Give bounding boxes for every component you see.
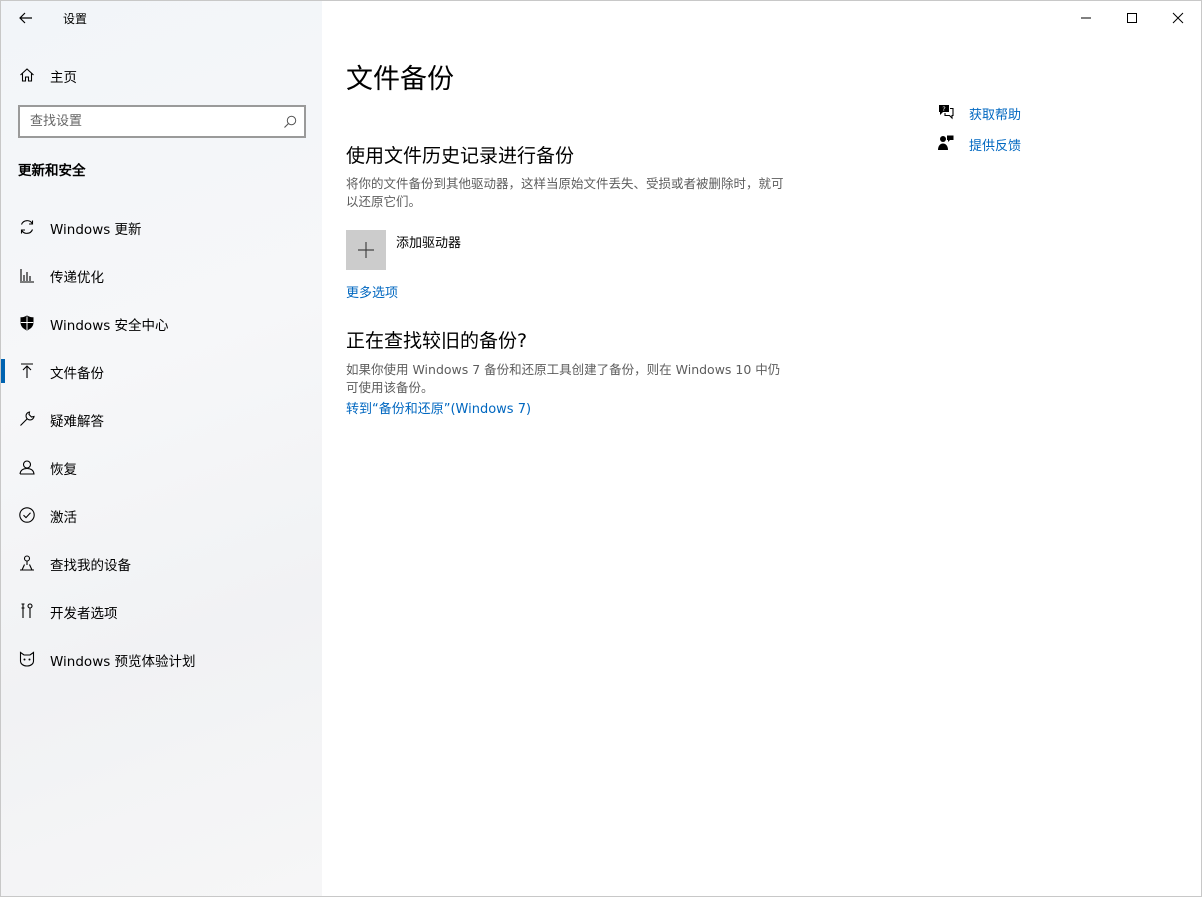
- wrench-icon: [18, 410, 36, 428]
- sidebar-item-label: 传递优化: [50, 270, 104, 286]
- feedback-link[interactable]: 提供反馈: [937, 133, 1077, 155]
- file-history-description: 将你的文件备份到其他驱动器，这样当原始文件丢失、受损或者被删除时，就可以还原它们…: [346, 176, 784, 209]
- sidebar-item-label: 文件备份: [50, 366, 104, 382]
- sidebar-item-developer-options[interactable]: 开发者选项: [1, 591, 322, 631]
- sidebar-item-find-my-device[interactable]: 查找我的设备: [1, 543, 322, 583]
- settings-window: 设置 主页 更新和安全: [0, 0, 1202, 897]
- find-device-icon: [18, 554, 36, 572]
- search-input[interactable]: [20, 107, 280, 136]
- older-backup-description: 如果你使用 Windows 7 备份和还原工具创建了备份，则在 Windows …: [346, 362, 781, 395]
- maximize-icon: [1127, 13, 1137, 23]
- svg-text:?: ?: [942, 105, 945, 113]
- developer-tools-icon: [18, 602, 36, 620]
- feedback-icon: [938, 135, 954, 150]
- minimize-button[interactable]: [1063, 1, 1109, 35]
- sidebar-item-label: 疑难解答: [50, 414, 104, 430]
- check-circle-icon: [18, 506, 36, 524]
- sidebar-item-file-backup[interactable]: 文件备份: [1, 351, 322, 391]
- sidebar-item-label: Windows 预览体验计划: [50, 654, 196, 670]
- sidebar-item-label: 恢复: [50, 462, 77, 478]
- section-heading: 更新和安全: [18, 163, 86, 179]
- home-icon: [18, 66, 36, 84]
- close-button[interactable]: [1155, 1, 1201, 35]
- app-title: 设置: [63, 12, 88, 26]
- get-help-label: 获取帮助: [969, 108, 1022, 123]
- sidebar-item-label: 激活: [50, 510, 77, 526]
- back-button[interactable]: [11, 5, 41, 31]
- backup-restore-link[interactable]: 转到“备份和还原”(Windows 7): [346, 398, 531, 417]
- add-drive-button[interactable]: 添加驱动器: [346, 230, 506, 270]
- more-options-link[interactable]: 更多选项: [346, 282, 398, 301]
- maximize-button[interactable]: [1109, 1, 1155, 35]
- backup-arrow-up-icon: [18, 362, 36, 380]
- title-bar: 设置: [1, 1, 322, 35]
- file-history-heading: 使用文件历史记录进行备份: [346, 145, 575, 167]
- feedback-label: 提供反馈: [969, 139, 1022, 154]
- sidebar-item-label: Windows 安全中心: [50, 318, 169, 334]
- get-help-icon: ?: [939, 105, 954, 120]
- add-drive-label: 添加驱动器: [396, 236, 462, 251]
- older-backup-heading: 正在查找较旧的备份?: [346, 330, 528, 352]
- sidebar-item-label: Windows 更新: [50, 222, 142, 238]
- page-title: 文件备份: [346, 64, 454, 95]
- shield-icon: [18, 314, 36, 332]
- insider-cat-icon: [18, 650, 36, 668]
- sidebar-item-delivery-optimization[interactable]: 传递优化: [1, 255, 322, 295]
- sidebar-item-windows-insider[interactable]: Windows 预览体验计划: [1, 639, 322, 679]
- back-arrow-icon: [19, 12, 32, 24]
- sidebar-item-home[interactable]: 主页: [1, 59, 322, 91]
- home-label: 主页: [50, 70, 77, 86]
- sidebar-item-windows-security[interactable]: Windows 安全中心: [1, 303, 322, 343]
- main-content: 文件备份 使用文件历史记录进行备份 将你的文件备份到其他驱动器，这样当原始文件丢…: [322, 1, 1201, 896]
- add-drive-tile[interactable]: [346, 230, 386, 270]
- search-icon[interactable]: [282, 114, 298, 130]
- search-box[interactable]: [18, 105, 306, 138]
- sidebar-item-windows-update[interactable]: Windows 更新: [1, 207, 322, 247]
- sidebar-item-label: 开发者选项: [50, 606, 118, 622]
- sidebar-item-label: 查找我的设备: [50, 558, 131, 574]
- plus-icon: [358, 242, 374, 258]
- get-help-link[interactable]: ? 获取帮助: [937, 102, 1077, 124]
- sidebar-item-troubleshoot[interactable]: 疑难解答: [1, 399, 322, 439]
- sidebar-item-recovery[interactable]: 恢复: [1, 447, 322, 487]
- sidebar-item-activation[interactable]: 激活: [1, 495, 322, 535]
- close-icon: [1172, 12, 1184, 24]
- sync-icon: [18, 218, 36, 236]
- delivery-optimization-icon: [18, 266, 36, 284]
- minimize-icon: [1081, 17, 1091, 19]
- sidebar: 设置 主页 更新和安全: [1, 1, 322, 896]
- recovery-icon: [18, 458, 36, 476]
